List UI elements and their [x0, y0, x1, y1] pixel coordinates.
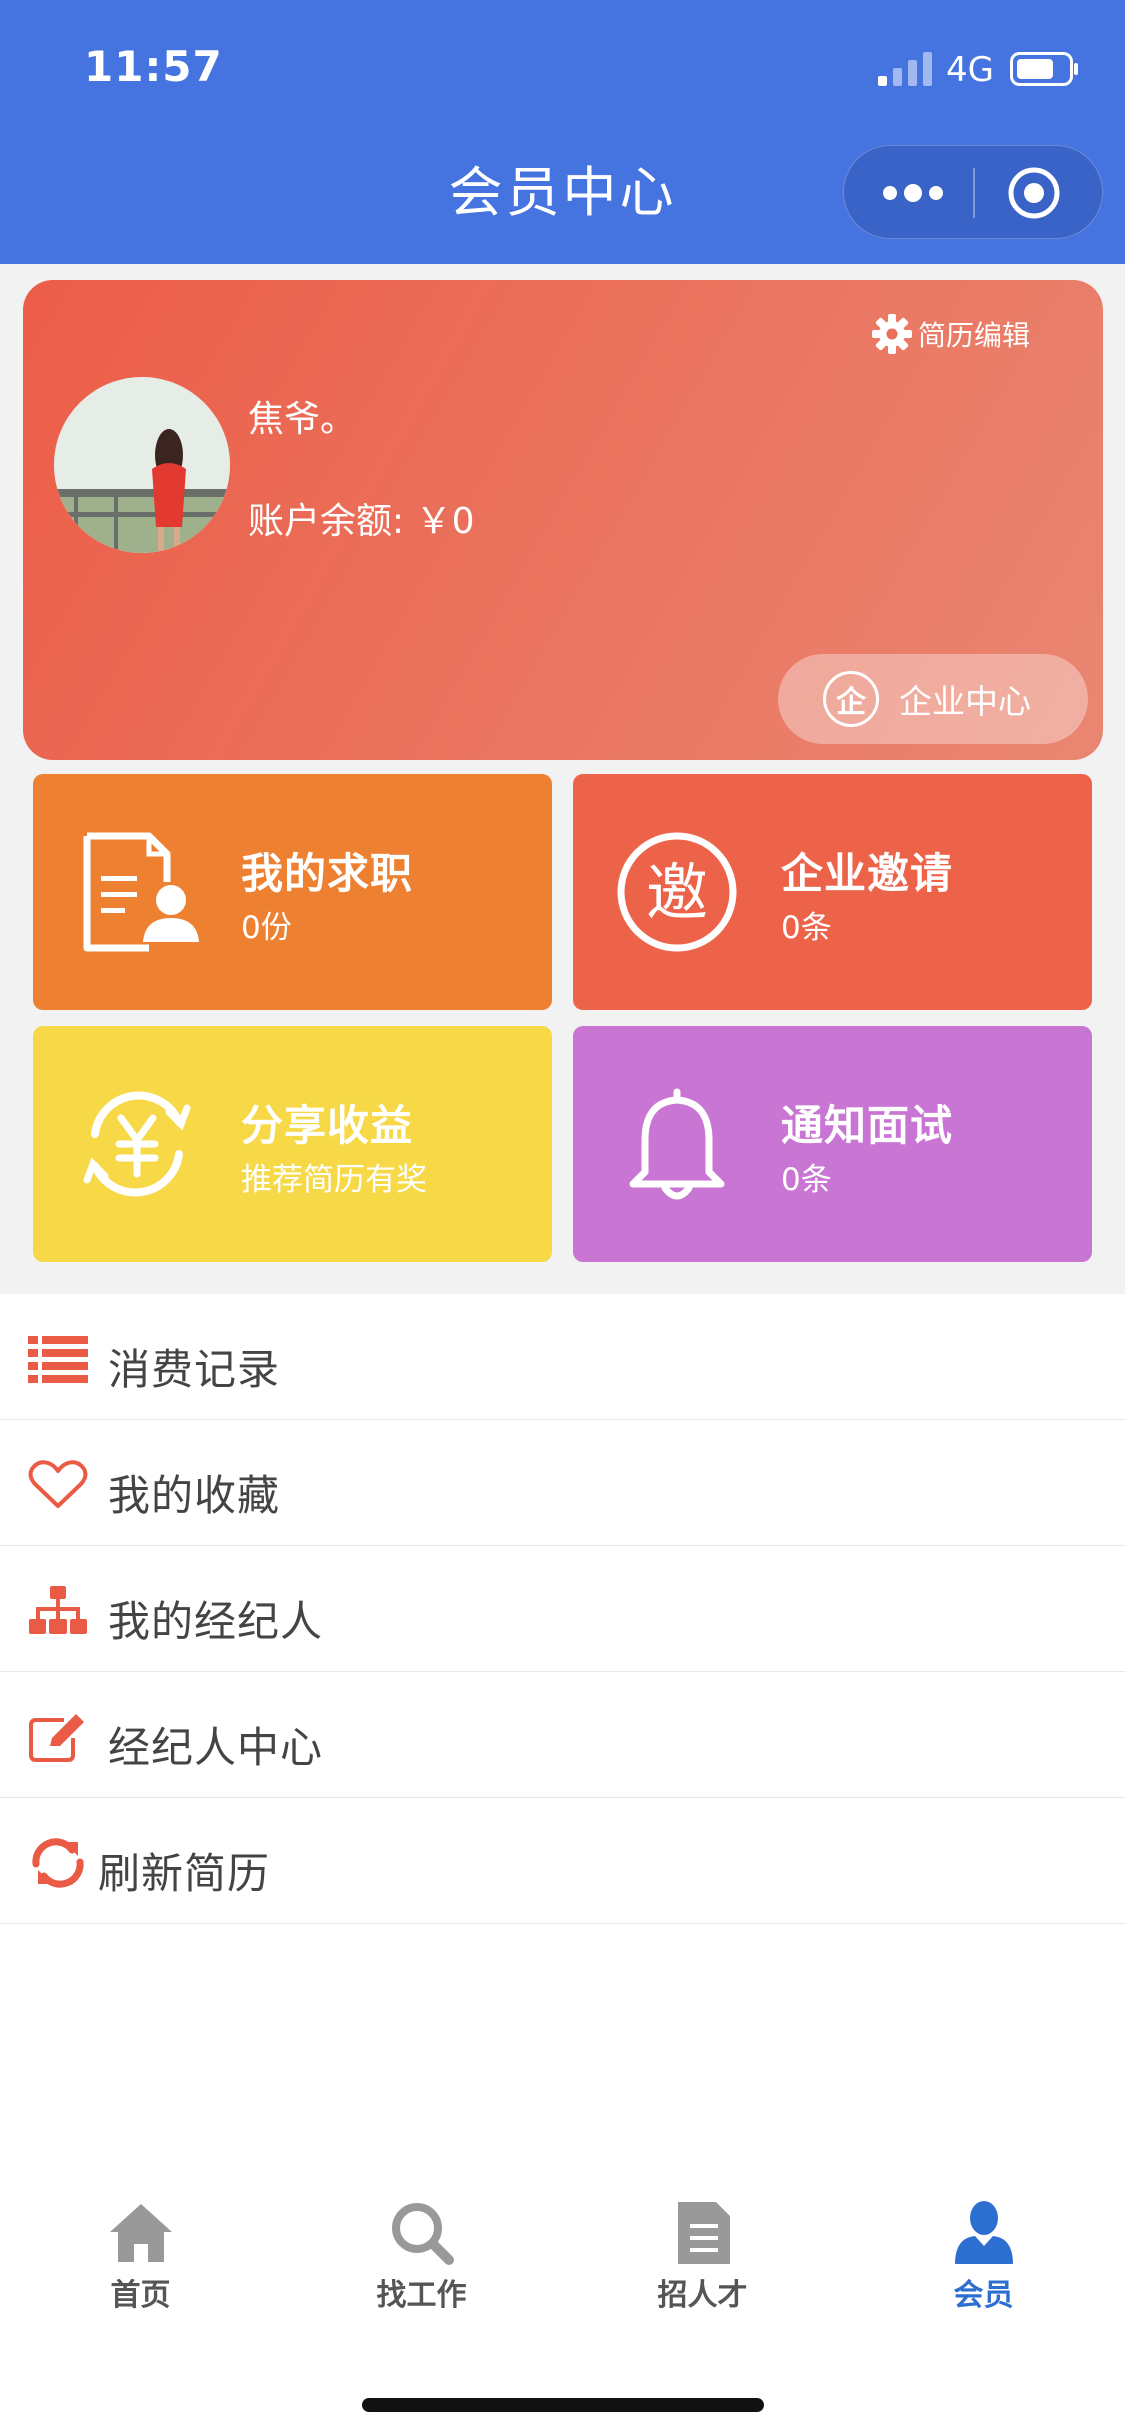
username: 焦爷。: [248, 399, 357, 440]
list-icon: [28, 1336, 88, 1383]
tab-home[interactable]: 首页: [0, 2198, 281, 2318]
tile-subtitle: 推荐简历有奖: [241, 1162, 427, 1198]
capsule-divider: [973, 168, 975, 218]
menu-item-label: 刷新简历: [98, 1849, 271, 1898]
edit-icon: [29, 1714, 84, 1762]
tab-find-job[interactable]: 找工作: [281, 2198, 562, 2318]
battery-icon: [1010, 52, 1078, 86]
tab-recruit[interactable]: 招人才: [562, 2198, 843, 2318]
tab-label: 会员: [953, 2278, 1014, 2313]
refresh-icon: [32, 1838, 84, 1888]
resume-edit-button[interactable]: 简历编辑: [870, 312, 1030, 356]
more-icon[interactable]: [878, 168, 948, 218]
tab-member[interactable]: 会员: [843, 2198, 1124, 2318]
home-indicator: [362, 2398, 764, 2412]
menu-item-favorites[interactable]: 我的收藏: [0, 1420, 1125, 1546]
target-icon[interactable]: [1006, 165, 1062, 221]
menu-item-label: 经纪人中心: [108, 1723, 324, 1772]
heart-icon: [28, 1460, 88, 1508]
tab-label: 招人才: [657, 2278, 748, 2313]
menu-item-label: 消费记录: [108, 1345, 281, 1394]
document-icon: [677, 2202, 730, 2264]
gear-icon: [872, 314, 912, 354]
tab-label: 首页: [110, 2278, 171, 2313]
tile-my-applications[interactable]: 我的求职 0份: [33, 774, 552, 1010]
menu-item-refresh-resume[interactable]: 刷新简历: [0, 1798, 1125, 1924]
resume-edit-label: 简历编辑: [918, 319, 1031, 352]
enterprise-icon: 企: [823, 671, 879, 727]
menu-item-agent-center[interactable]: 经纪人中心: [0, 1672, 1125, 1798]
menu-item-label: 我的经纪人: [108, 1597, 324, 1646]
home-icon: [109, 2204, 172, 2262]
resume-person-icon: [83, 832, 199, 952]
bell-icon: [629, 1088, 725, 1200]
yen-cycle-icon: [83, 1091, 191, 1197]
tile-subtitle: 0份: [241, 910, 292, 946]
tile-title: 通知面试: [781, 1101, 954, 1150]
status-time: 11:57: [84, 42, 223, 91]
menu-item-my-agent[interactable]: 我的经纪人: [0, 1546, 1125, 1672]
tile-enterprise-invitations[interactable]: 邀 企业邀请 0条: [573, 774, 1092, 1010]
invite-icon-glyph: 邀: [646, 856, 708, 929]
tile-subtitle: 0条: [781, 910, 832, 946]
org-chart-icon: [29, 1586, 87, 1634]
search-icon: [391, 2203, 454, 2265]
enterprise-center-label: 企业中心: [899, 682, 1031, 721]
signal-icon: [878, 52, 932, 86]
menu-item-label: 我的收藏: [108, 1471, 281, 1520]
tile-subtitle: 0条: [781, 1162, 832, 1198]
account-balance: 账户余额: ￥0: [248, 501, 475, 542]
tile-share-earnings[interactable]: 分享收益 推荐简历有奖: [33, 1026, 552, 1262]
tile-interview-notice[interactable]: 通知面试 0条: [573, 1026, 1092, 1262]
mini-program-capsule: [843, 145, 1103, 239]
tile-title: 我的求职: [241, 849, 414, 898]
tab-label: 找工作: [376, 2278, 467, 2313]
enterprise-center-button[interactable]: 企 企业中心: [778, 654, 1088, 744]
avatar[interactable]: [54, 377, 230, 553]
invite-icon: 邀: [617, 832, 737, 952]
network-label: 4G: [946, 50, 994, 90]
menu-item-consumption-records[interactable]: 消费记录: [0, 1294, 1125, 1420]
tile-title: 企业邀请: [781, 849, 954, 898]
tile-title: 分享收益: [241, 1101, 414, 1150]
avatar-photo: [54, 377, 230, 553]
user-icon: [954, 2201, 1013, 2264]
